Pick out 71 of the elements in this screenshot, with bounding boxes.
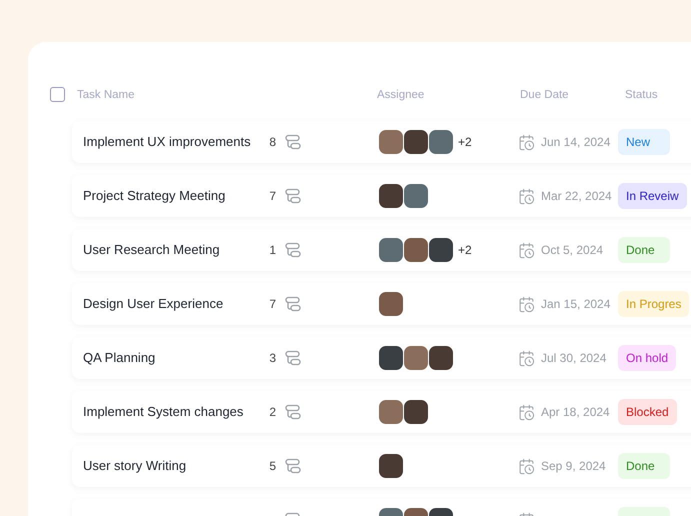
calendar-clock-icon xyxy=(518,458,535,474)
task-row[interactable]: User Research Meeting 1 +2 Oct 5, 2024 Done xyxy=(72,229,691,271)
avatar-photo xyxy=(378,453,404,479)
column-header: Assignee xyxy=(377,89,424,101)
avatar-photo xyxy=(428,237,454,263)
task-name: QA Planning xyxy=(83,350,156,365)
calendar-clock-icon xyxy=(518,296,535,312)
subtask-count: 5 xyxy=(269,459,276,473)
status-badge: In Progres xyxy=(618,291,690,317)
due-date: Mar 22, 2024 xyxy=(541,188,612,205)
subtask-icon xyxy=(285,134,301,150)
status-badge: Done xyxy=(618,237,670,263)
task-name: User story Writing xyxy=(83,458,186,473)
select-all-checkbox[interactable] xyxy=(50,86,65,102)
calendar-clock-icon xyxy=(518,188,535,204)
task-row[interactable]: User story Writing 5 Sep 9, 2024 Done xyxy=(72,445,691,487)
task-name: Project Strategy Meeting xyxy=(83,188,226,203)
avatar-photo xyxy=(403,129,429,155)
due-date: Apr 18, 2024 xyxy=(541,404,610,421)
task-row[interactable]: Implement System changes 2 Apr 18, 2024 Blocked xyxy=(72,391,691,433)
avatar-photo xyxy=(378,399,404,425)
due-date: Jan 15, 2024 xyxy=(541,296,610,313)
calendar-clock-icon xyxy=(518,404,535,420)
task-name: Implement System changes xyxy=(83,404,244,419)
task-row[interactable]: Design User Experience 7 Jan 15, 2024 In Progres xyxy=(72,283,691,325)
avatar-photo xyxy=(378,129,404,155)
task-name: User Research Meeting xyxy=(83,242,220,257)
avatar-photo xyxy=(403,399,429,425)
status-badge: Done xyxy=(618,453,670,479)
status-badge: On hold xyxy=(618,345,676,371)
more-assignees-count: +2 xyxy=(458,242,472,259)
subtask-count: 3 xyxy=(269,351,276,365)
avatar-photo xyxy=(428,345,454,371)
task-name: Implement UX improvements xyxy=(83,134,251,149)
subtask-icon xyxy=(285,404,301,420)
status-badge: New xyxy=(618,129,670,155)
task-name: Design User Experience xyxy=(83,296,224,311)
status-badge: Blocked xyxy=(618,399,677,425)
avatar-photo xyxy=(403,345,429,371)
subtask-icon xyxy=(285,350,301,366)
avatar-photo xyxy=(378,237,404,263)
avatar-photo xyxy=(378,291,404,317)
subtask-count: 1 xyxy=(269,243,276,257)
avatar-photo xyxy=(403,183,429,209)
subtask-count: 2 xyxy=(269,405,276,419)
subtask-icon xyxy=(285,242,301,258)
task-row[interactable]: Implement UX improvements 8 +2 Jun 14, 2024 New xyxy=(72,121,691,163)
subtask-count: 7 xyxy=(269,189,276,203)
avatar-photo xyxy=(428,129,454,155)
due-date: Oct 5, 2024 xyxy=(541,242,604,259)
due-date: Sep 9, 2024 xyxy=(541,458,606,475)
due-date: Jul 30, 2024 xyxy=(541,350,606,367)
avatar-photo xyxy=(378,183,404,209)
subtask-icon xyxy=(285,188,301,204)
calendar-clock-icon xyxy=(518,134,535,150)
avatar-photo xyxy=(378,345,404,371)
calendar-clock-icon xyxy=(518,350,535,366)
column-header: Due Date xyxy=(520,89,569,101)
subtask-icon xyxy=(285,458,301,474)
subtask-icon xyxy=(285,296,301,312)
column-header: Task Name xyxy=(77,89,135,101)
task-row[interactable]: Project Strategy Meeting 7 Mar 22, 2024 In Reveiw xyxy=(72,175,691,217)
more-assignees-count: +2 xyxy=(458,134,472,151)
column-header: Status xyxy=(625,89,658,101)
status-badge: In Reveiw xyxy=(618,183,687,209)
subtask-count: 7 xyxy=(269,297,276,311)
task-row[interactable]: QA Planning 3 Jul 30, 2024 On hold xyxy=(72,337,691,379)
due-date: Jun 14, 2024 xyxy=(541,134,610,151)
avatar-photo xyxy=(403,237,429,263)
subtask-count: 8 xyxy=(269,135,276,149)
calendar-clock-icon xyxy=(518,242,535,258)
